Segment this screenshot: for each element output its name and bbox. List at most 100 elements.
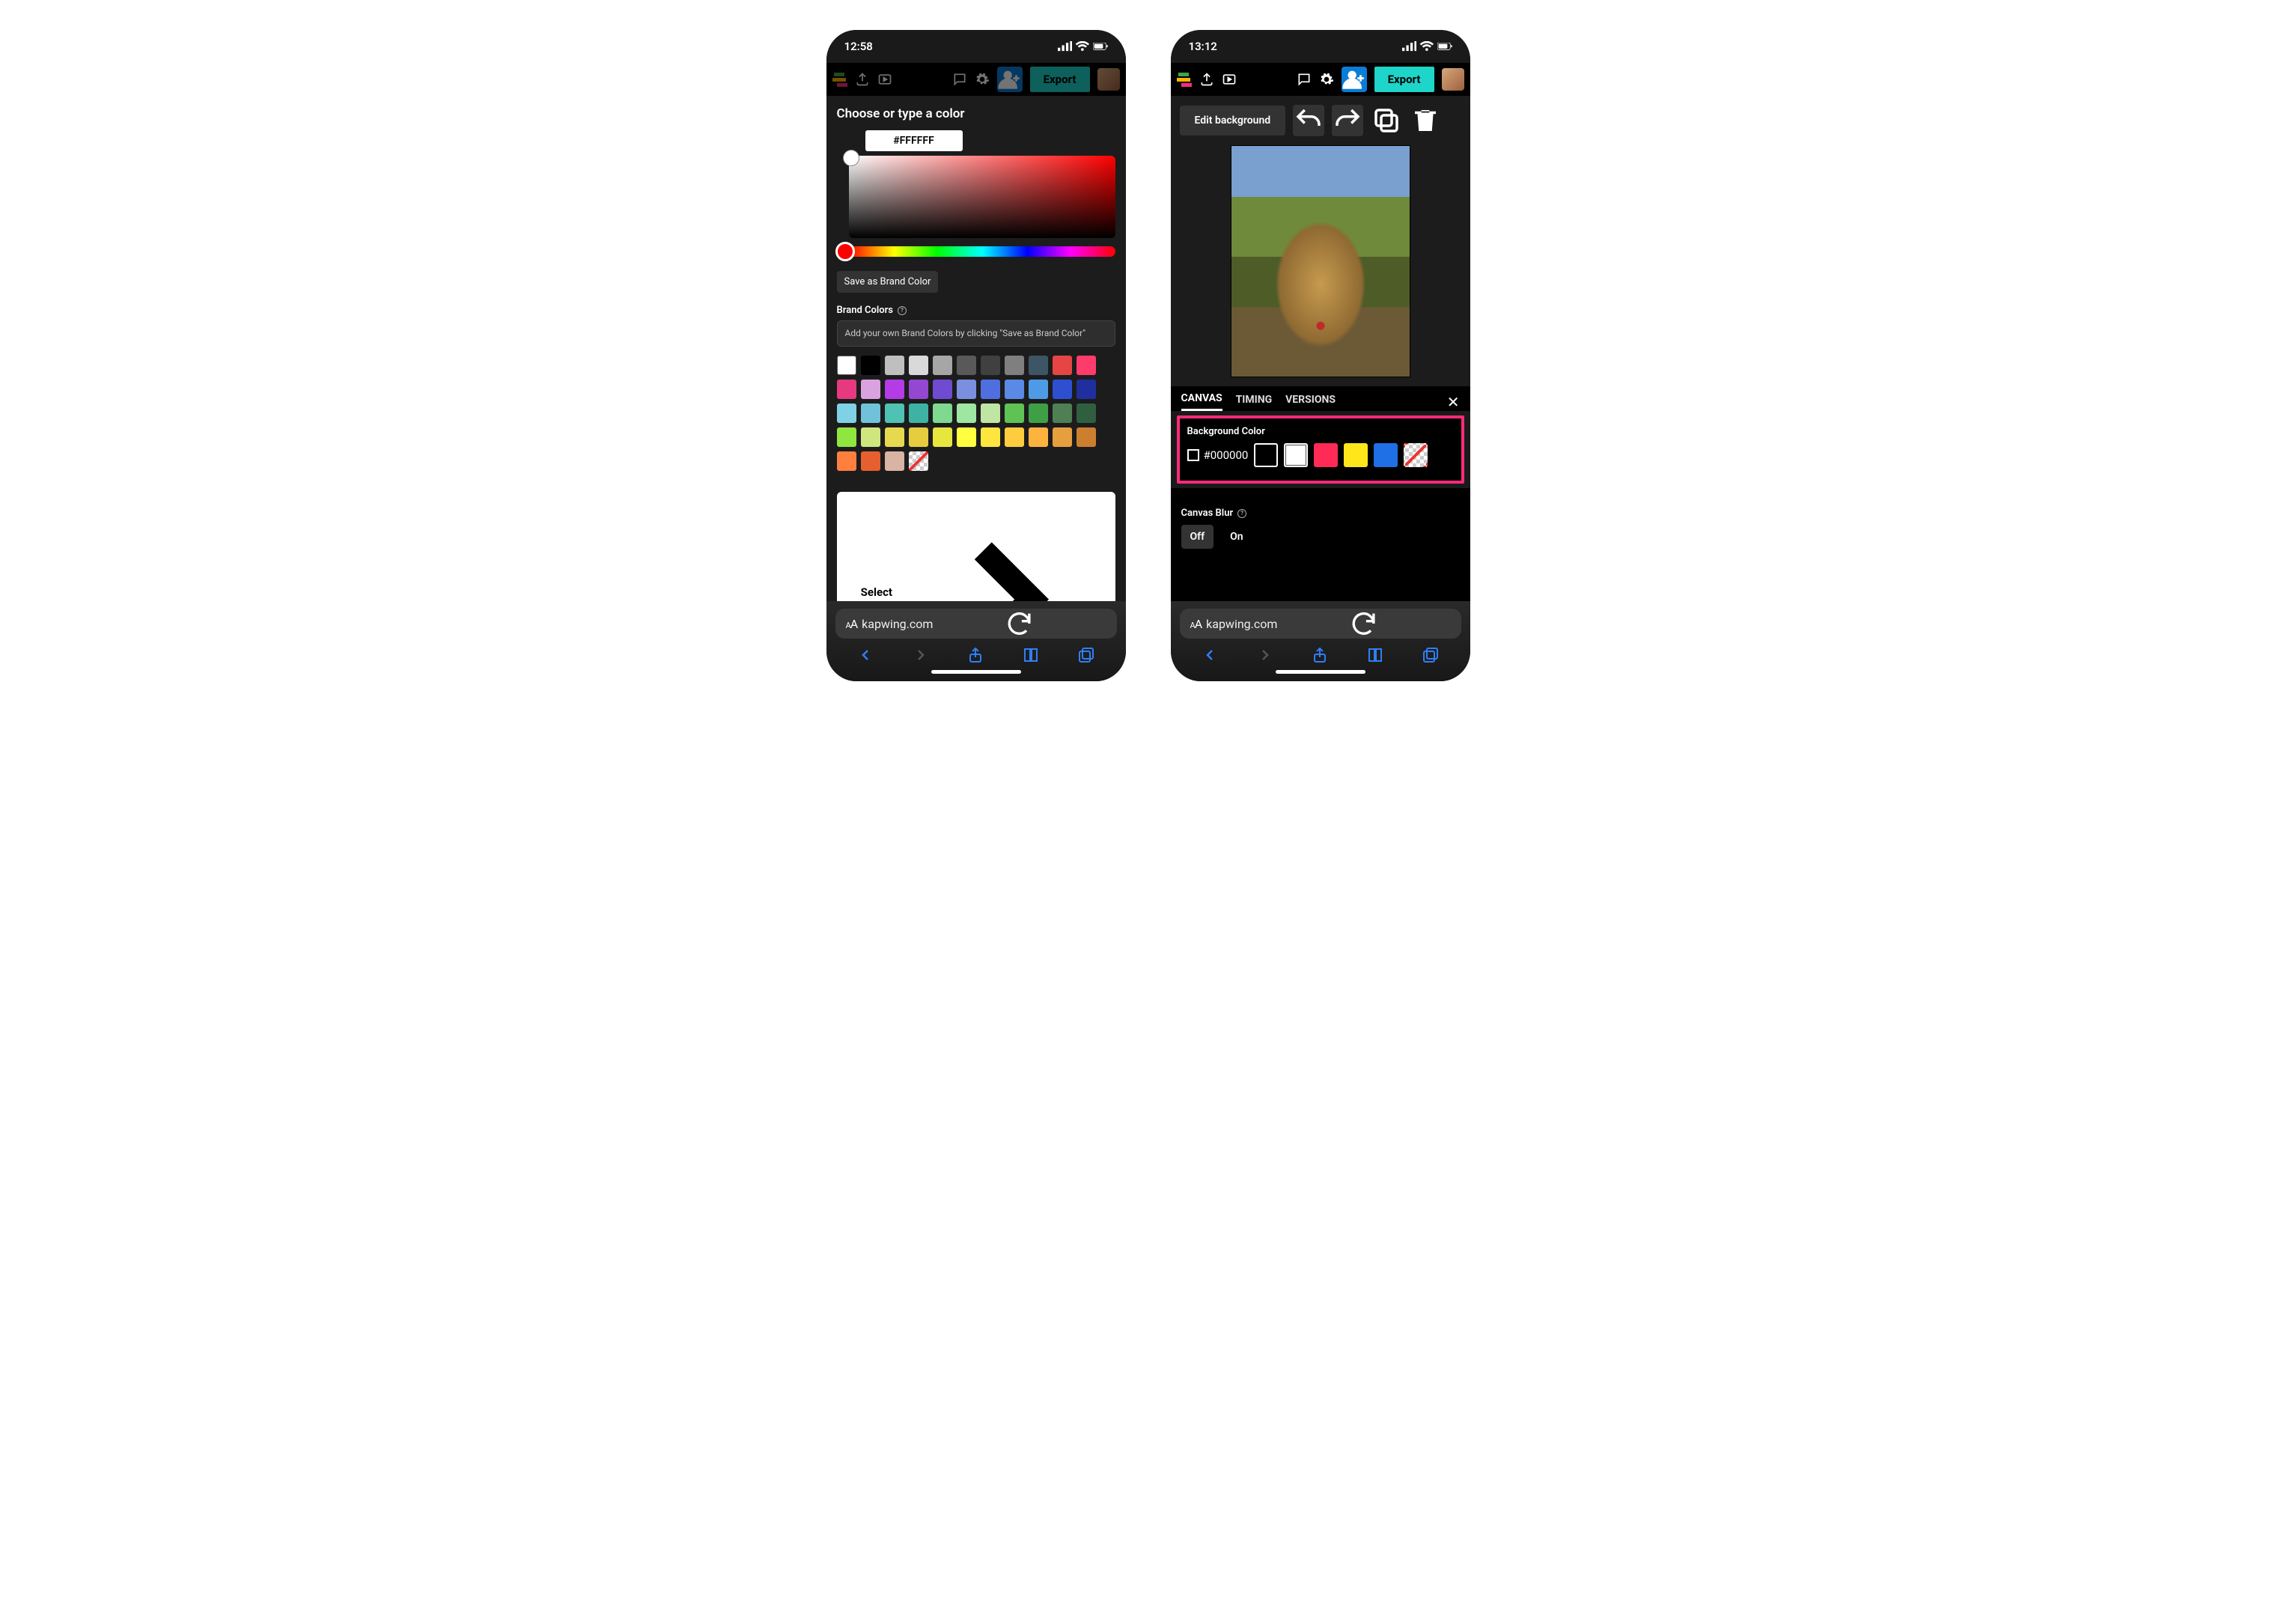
text-size-icon[interactable]: AA xyxy=(1190,617,1202,631)
color-swatch[interactable] xyxy=(861,451,880,471)
color-swatch[interactable] xyxy=(957,427,976,447)
help-icon[interactable]: ? xyxy=(1237,509,1246,518)
color-swatch[interactable] xyxy=(885,427,904,447)
bookmarks-icon[interactable] xyxy=(1022,646,1040,664)
color-swatch[interactable] xyxy=(1053,356,1072,375)
export-button[interactable]: Export xyxy=(1374,67,1434,92)
add-user-button[interactable] xyxy=(1342,67,1367,92)
text-size-icon[interactable]: AA xyxy=(846,617,858,631)
tabs-icon[interactable] xyxy=(1422,646,1440,664)
bookmarks-icon[interactable] xyxy=(1366,646,1384,664)
reload-icon[interactable] xyxy=(933,609,1106,639)
avatar[interactable] xyxy=(1442,68,1464,91)
sv-cursor[interactable] xyxy=(843,150,859,166)
color-swatch[interactable] xyxy=(981,356,1000,375)
bg-color-swatch[interactable] xyxy=(1254,443,1278,467)
edit-background-button[interactable]: Edit background xyxy=(1180,106,1286,135)
help-icon[interactable]: ? xyxy=(898,306,907,315)
reload-icon[interactable] xyxy=(1277,609,1450,639)
color-swatch[interactable] xyxy=(1053,380,1072,399)
color-swatch[interactable] xyxy=(1005,380,1024,399)
color-swatch[interactable] xyxy=(861,356,880,375)
color-swatch[interactable] xyxy=(885,356,904,375)
tabs-icon[interactable] xyxy=(1077,646,1095,664)
url-bar[interactable]: AA kapwing.com xyxy=(1180,609,1461,639)
blur-on-button[interactable]: On xyxy=(1221,525,1252,549)
bg-color-swatch[interactable] xyxy=(1374,443,1398,467)
color-swatch[interactable] xyxy=(837,427,856,447)
gear-icon[interactable] xyxy=(1319,72,1334,87)
color-swatch[interactable] xyxy=(981,380,1000,399)
back-icon[interactable] xyxy=(1201,646,1219,664)
color-swatch[interactable] xyxy=(885,380,904,399)
bg-color-swatch[interactable] xyxy=(1314,443,1338,467)
color-swatch[interactable] xyxy=(1077,356,1096,375)
delete-button[interactable] xyxy=(1410,105,1441,136)
url-bar[interactable]: AA kapwing.com xyxy=(835,609,1117,639)
color-swatch[interactable] xyxy=(837,404,856,423)
color-swatch[interactable] xyxy=(885,404,904,423)
color-swatch[interactable] xyxy=(861,427,880,447)
select-color-button[interactable]: Select #FFFFFF xyxy=(837,492,1115,601)
color-swatch[interactable] xyxy=(933,380,952,399)
copy-button[interactable] xyxy=(1371,105,1402,136)
color-swatch[interactable] xyxy=(909,356,928,375)
tab-canvas[interactable]: CANVAS xyxy=(1181,392,1222,411)
avatar[interactable] xyxy=(1097,68,1120,91)
color-swatch[interactable] xyxy=(1077,380,1096,399)
color-swatch[interactable] xyxy=(957,356,976,375)
color-swatch[interactable] xyxy=(1029,356,1048,375)
color-swatch[interactable] xyxy=(957,404,976,423)
color-swatch[interactable] xyxy=(1077,404,1096,423)
color-swatch[interactable] xyxy=(861,380,880,399)
color-swatch[interactable] xyxy=(1029,427,1048,447)
hex-display[interactable]: #FFFFFF xyxy=(865,130,963,151)
canvas-image[interactable] xyxy=(1231,145,1410,377)
comment-icon[interactable] xyxy=(1297,72,1312,87)
back-icon[interactable] xyxy=(856,646,874,664)
gear-icon[interactable] xyxy=(975,72,990,87)
redo-button[interactable] xyxy=(1332,105,1363,136)
color-swatch[interactable] xyxy=(933,427,952,447)
media-icon[interactable] xyxy=(1222,72,1237,87)
tab-versions[interactable]: VERSIONS xyxy=(1285,394,1336,410)
bg-color-swatch[interactable] xyxy=(1344,443,1368,467)
color-swatch[interactable] xyxy=(1005,427,1024,447)
bg-hex-field[interactable]: #000000 xyxy=(1187,448,1249,462)
share-icon[interactable] xyxy=(1311,646,1329,664)
transparent-swatch[interactable] xyxy=(1404,443,1428,467)
color-swatch[interactable] xyxy=(933,404,952,423)
close-icon[interactable]: ✕ xyxy=(1447,393,1460,411)
color-swatch[interactable] xyxy=(1005,356,1024,375)
export-button[interactable]: Export xyxy=(1030,67,1090,92)
undo-button[interactable] xyxy=(1293,105,1324,136)
bg-color-swatch[interactable] xyxy=(1284,443,1308,467)
color-swatch[interactable] xyxy=(837,451,856,471)
media-icon[interactable] xyxy=(877,72,892,87)
save-brand-color-button[interactable]: Save as Brand Color xyxy=(837,271,939,293)
comment-icon[interactable] xyxy=(952,72,967,87)
add-user-button[interactable] xyxy=(997,67,1023,92)
hue-cursor[interactable] xyxy=(835,242,855,261)
upload-icon[interactable] xyxy=(1199,72,1214,87)
color-swatch[interactable] xyxy=(1005,404,1024,423)
color-swatch[interactable] xyxy=(837,380,856,399)
color-swatch[interactable] xyxy=(981,427,1000,447)
color-swatch[interactable] xyxy=(837,356,856,375)
tab-timing[interactable]: TIMING xyxy=(1236,394,1273,410)
color-swatch[interactable] xyxy=(981,404,1000,423)
saturation-value-area[interactable] xyxy=(849,156,1115,238)
canvas-preview[interactable] xyxy=(1171,145,1470,386)
color-swatch[interactable] xyxy=(909,380,928,399)
blur-off-button[interactable]: Off xyxy=(1181,525,1214,549)
upload-icon[interactable] xyxy=(855,72,870,87)
color-swatch[interactable] xyxy=(1077,427,1096,447)
transparent-swatch[interactable] xyxy=(909,451,928,471)
color-swatch[interactable] xyxy=(885,451,904,471)
hue-slider[interactable] xyxy=(837,243,1115,261)
color-swatch[interactable] xyxy=(909,404,928,423)
color-swatch[interactable] xyxy=(1029,380,1048,399)
color-swatch[interactable] xyxy=(1053,404,1072,423)
color-swatch[interactable] xyxy=(933,356,952,375)
color-swatch[interactable] xyxy=(957,380,976,399)
